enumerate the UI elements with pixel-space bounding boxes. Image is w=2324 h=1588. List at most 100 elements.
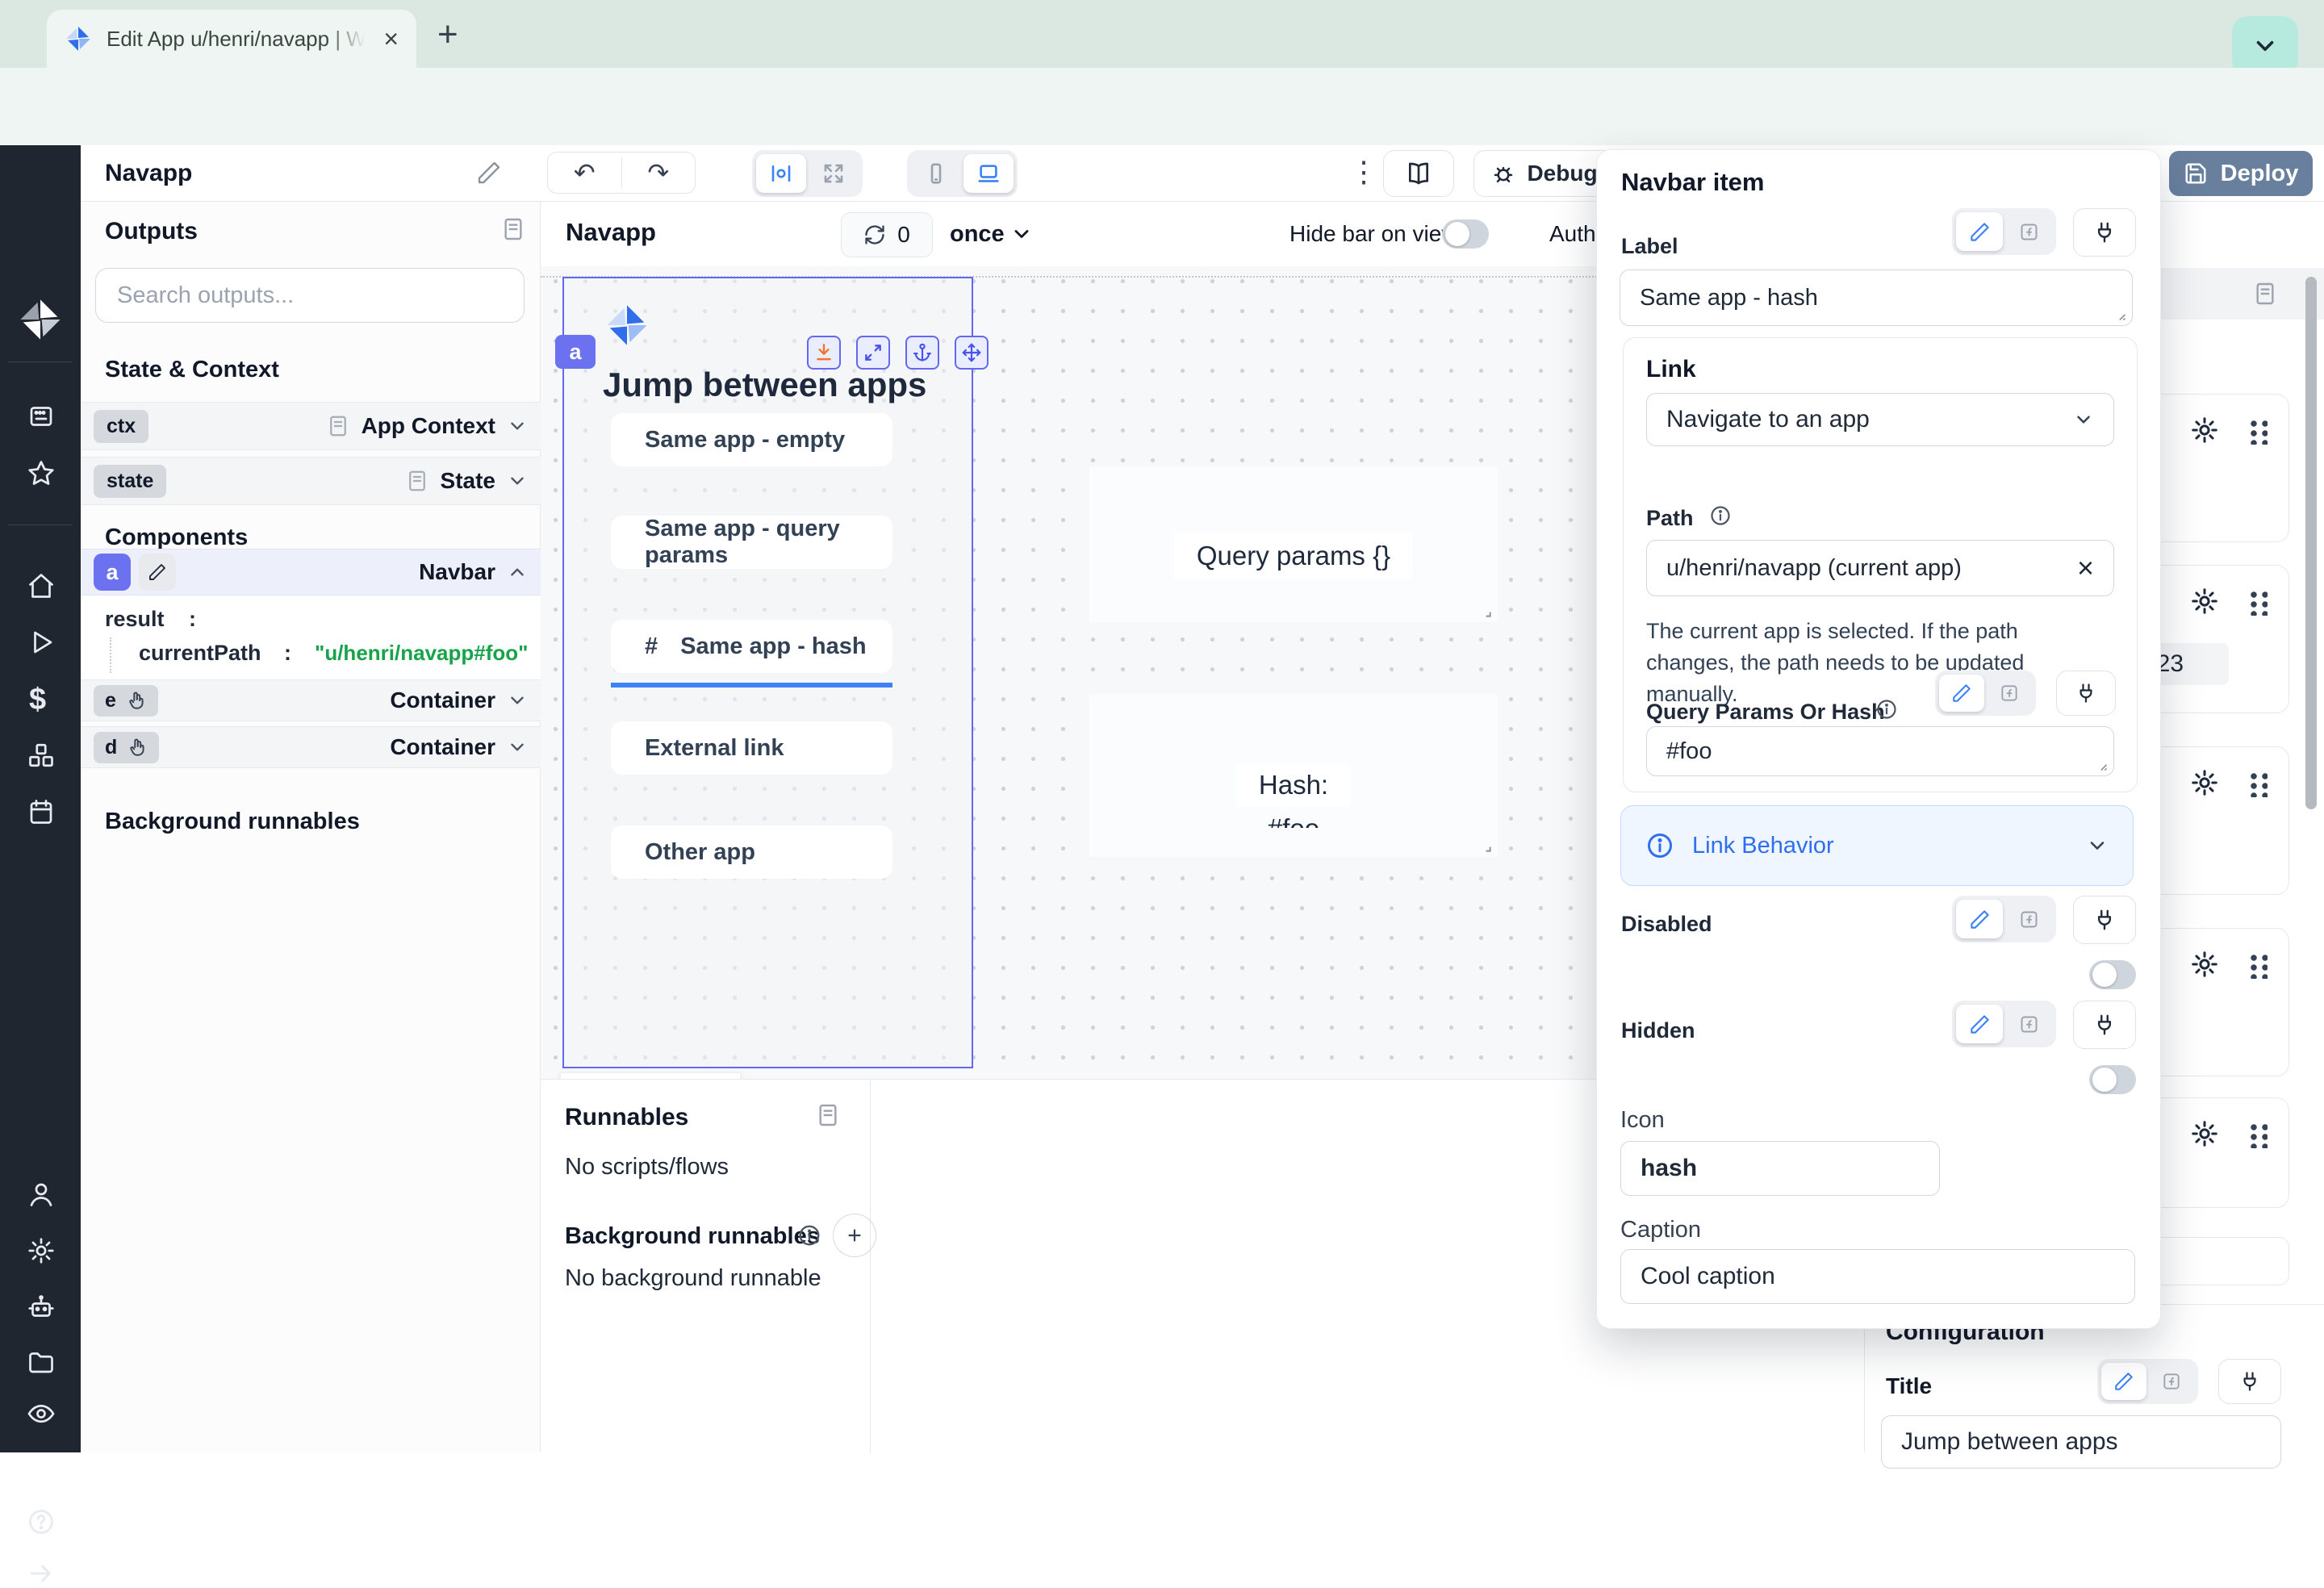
hash-container[interactable]: Hash: #foo <box>1089 694 1498 857</box>
docs-book-button[interactable] <box>1383 150 1454 197</box>
windmill-logo[interactable] <box>18 297 63 342</box>
currentpath-value[interactable]: "u/henri/navapp#foo" <box>315 641 528 666</box>
nav-item-same-app-hash[interactable]: # Same app - hash <box>611 620 892 673</box>
query-params-container[interactable]: Query params {} <box>1089 466 1498 622</box>
resources-boxes-icon[interactable] <box>27 741 56 770</box>
help-icon[interactable] <box>27 1507 56 1536</box>
nav-item-other-app[interactable]: Other app <box>611 825 892 879</box>
redo-button[interactable]: ↷ <box>622 157 696 188</box>
center-layout-button[interactable] <box>756 154 806 193</box>
hidden-toggle[interactable] <box>2089 1065 2136 1094</box>
disabled-toggle[interactable] <box>2089 960 2136 989</box>
nav-item-same-app-empty[interactable]: Same app - empty <box>611 413 892 466</box>
gear-icon[interactable] <box>2190 416 2219 445</box>
result-key[interactable]: result <box>105 607 165 632</box>
gear-icon[interactable] <box>2190 1119 2219 1148</box>
chrome-panel-toggle-button[interactable] <box>2232 16 2298 76</box>
label-input[interactable]: Same app - hash <box>1620 270 2133 326</box>
textarea-resize-icon[interactable] <box>2111 306 2127 322</box>
connect-plug-button[interactable] <box>2073 208 2136 257</box>
connect-plug-button[interactable] <box>2218 1359 2281 1404</box>
browser-tab[interactable]: Edit App u/henri/navapp | Win × <box>47 10 416 68</box>
gear-icon[interactable] <box>2190 950 2219 979</box>
resize-corner-icon[interactable] <box>1477 838 1493 854</box>
debug-button[interactable]: Debug <box>1473 150 1616 197</box>
collapse-panel-icon[interactable] <box>815 1102 841 1128</box>
fullwidth-layout-button[interactable] <box>809 154 859 193</box>
collapse-panel-icon[interactable] <box>2252 281 2278 307</box>
static-mode-button[interactable] <box>1956 1005 2003 1043</box>
schedules-calendar-icon[interactable] <box>27 797 56 826</box>
static-mode-button[interactable] <box>1956 212 2003 251</box>
users-icon[interactable] <box>27 1180 56 1209</box>
query-input[interactable]: #foo <box>1646 726 2114 776</box>
drag-handle-icon[interactable] <box>2247 588 2268 616</box>
component-e-badge[interactable]: e <box>94 685 158 717</box>
state-badge[interactable]: state <box>94 465 166 498</box>
expand-rail-arrow-icon[interactable] <box>27 1559 56 1588</box>
more-menu-icon[interactable]: ⋮ <box>1349 155 1378 189</box>
settings-gear-icon[interactable] <box>27 1236 56 1265</box>
connect-plug-button[interactable] <box>2056 671 2116 716</box>
fullscreen-control[interactable] <box>856 336 890 370</box>
ctx-badge[interactable]: ctx <box>94 410 148 443</box>
hide-bar-toggle[interactable] <box>1442 219 1489 249</box>
resize-corner-icon[interactable] <box>1477 603 1493 619</box>
title-input[interactable]: Jump between apps <box>1881 1415 2281 1469</box>
drag-handle-icon[interactable] <box>2247 1121 2268 1148</box>
currentpath-key[interactable]: currentPath <box>139 641 261 666</box>
refresh-mode-select[interactable]: once <box>950 221 1005 248</box>
scrollbar-thumb[interactable] <box>2305 277 2317 809</box>
component-d-badge[interactable]: d <box>94 732 159 763</box>
mobile-view-button[interactable] <box>911 154 961 193</box>
function-mode-button[interactable] <box>2005 900 2052 938</box>
static-mode-button[interactable] <box>1939 675 1984 712</box>
icon-input[interactable]: hash <box>1620 1141 1940 1196</box>
deploy-button[interactable]: Deploy <box>2169 151 2313 196</box>
rename-pencil-icon[interactable] <box>476 160 502 186</box>
chevron-down-icon[interactable] <box>507 690 528 711</box>
link-kind-select[interactable]: Navigate to an app <box>1646 393 2114 446</box>
container-d-row[interactable]: d Container <box>81 726 541 768</box>
nav-item-query-params[interactable]: Same app - query params <box>611 516 892 569</box>
drag-handle-icon[interactable] <box>2247 951 2268 979</box>
drag-handle-icon[interactable] <box>2247 770 2268 797</box>
chevron-up-icon[interactable] <box>507 562 528 583</box>
component-id-tag[interactable]: a <box>555 335 596 369</box>
function-mode-button[interactable] <box>2005 212 2052 251</box>
edit-id-pencil-button[interactable] <box>139 554 176 591</box>
anchor-control[interactable] <box>905 336 939 370</box>
home-icon[interactable] <box>27 571 56 600</box>
caption-input[interactable]: Cool caption <box>1620 1249 2135 1304</box>
refresh-count-button[interactable]: 0 <box>841 212 933 257</box>
collapse-panel-icon[interactable] <box>500 216 526 242</box>
static-mode-button[interactable] <box>1956 900 2003 938</box>
expand-down-control[interactable] <box>807 336 841 370</box>
chevron-down-icon[interactable] <box>507 416 528 437</box>
textarea-resize-icon[interactable] <box>2092 756 2109 772</box>
state-row[interactable]: state State <box>81 457 541 505</box>
path-input[interactable]: u/henri/navapp (current app) × <box>1646 540 2114 596</box>
function-mode-button[interactable] <box>1987 675 2032 712</box>
desktop-view-button[interactable] <box>963 154 1014 193</box>
tab-close-icon[interactable]: × <box>383 24 399 54</box>
navbar-component-row[interactable]: a Navbar <box>81 549 541 596</box>
chevron-down-icon[interactable] <box>1010 223 1033 245</box>
drag-handle-icon[interactable] <box>2247 417 2268 445</box>
container-e-row[interactable]: e Container <box>81 679 541 721</box>
ctx-row[interactable]: ctx App Context <box>81 402 541 450</box>
gear-icon[interactable] <box>2190 768 2219 797</box>
audit-eye-icon[interactable] <box>27 1399 56 1428</box>
function-mode-button[interactable] <box>2149 1363 2194 1400</box>
component-a-badge[interactable]: a <box>94 554 131 591</box>
connect-plug-button[interactable] <box>2073 896 2136 944</box>
gear-icon[interactable] <box>2190 587 2219 616</box>
chevron-down-icon[interactable] <box>507 737 528 758</box>
chevron-down-icon[interactable] <box>507 470 528 491</box>
workers-bot-icon[interactable] <box>27 1293 56 1322</box>
runs-play-icon[interactable] <box>27 628 56 657</box>
add-background-runnable-button[interactable] <box>833 1214 876 1257</box>
favorites-star-icon[interactable] <box>27 458 56 487</box>
link-behavior-expander[interactable]: Link Behavior <box>1620 805 2134 886</box>
connect-plug-button[interactable] <box>2073 1001 2136 1049</box>
